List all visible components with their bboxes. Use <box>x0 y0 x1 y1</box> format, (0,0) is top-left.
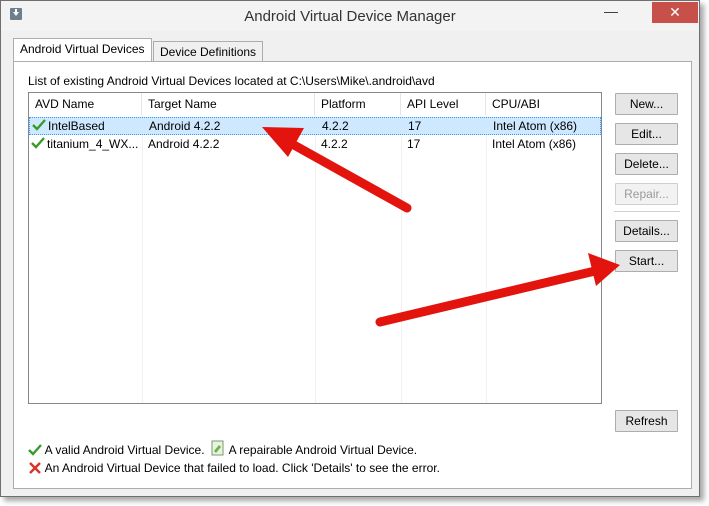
column-header-platform[interactable]: Platform <box>315 93 401 115</box>
avd-name: titanium_4_WX... <box>47 137 139 151</box>
title-bar[interactable]: Android Virtual Device Manager — ✕ <box>1 1 699 31</box>
minimize-button[interactable]: — <box>598 3 624 23</box>
refresh-button[interactable]: Refresh <box>615 410 678 432</box>
legend-failed-text: An Android Virtual Device that failed to… <box>44 461 440 475</box>
column-divider <box>315 115 316 403</box>
edit-button[interactable]: Edit... <box>615 123 678 145</box>
avd-table[interactable]: AVD Name Target Name Platform API Level … <box>28 92 602 404</box>
cpu-abi-cell: Intel Atom (x86) <box>493 119 578 133</box>
column-divider <box>486 115 487 403</box>
platform-cell: 4.2.2 <box>321 137 348 151</box>
delete-button[interactable]: Delete... <box>615 153 678 175</box>
tab-device-definitions[interactable]: Device Definitions <box>153 41 264 63</box>
avd-name-cell: IntelBased <box>32 119 105 133</box>
legend-line-2: An Android Virtual Device that failed to… <box>28 461 440 475</box>
avd-name-cell: titanium_4_WX... <box>31 137 138 151</box>
cpu-abi-cell: Intel Atom (x86) <box>492 137 577 151</box>
tab-android-virtual-devices[interactable]: Android Virtual Devices <box>13 38 152 62</box>
legend-repairable-text: A repairable Android Virtual Device. <box>228 443 418 457</box>
column-header-api-level[interactable]: API Level <box>401 93 486 115</box>
button-separator <box>614 211 680 212</box>
column-header-cpu-abi[interactable]: CPU/ABI <box>486 93 601 115</box>
api-level-cell: 17 <box>408 119 422 133</box>
avd-manager-window: Android Virtual Device Manager — ✕ Andro… <box>0 0 700 497</box>
api-level-cell: 17 <box>407 137 421 151</box>
table-header: AVD Name Target Name Platform API Level … <box>29 93 601 115</box>
legend-line-1: A valid Android Virtual Device. A repair… <box>28 440 417 457</box>
repair-button[interactable]: Repair... <box>615 183 678 205</box>
column-divider <box>142 115 143 403</box>
platform-cell: 4.2.2 <box>322 119 349 133</box>
check-icon <box>28 444 42 456</box>
details-button[interactable]: Details... <box>615 220 678 242</box>
column-divider <box>401 115 402 403</box>
target-name-cell: Android 4.2.2 <box>149 119 221 133</box>
legend-valid-text: A valid Android Virtual Device. <box>44 443 205 457</box>
column-header-target-name[interactable]: Target Name <box>142 93 315 115</box>
list-caption: List of existing Android Virtual Devices… <box>28 74 435 88</box>
window-title: Android Virtual Device Manager <box>244 8 456 25</box>
avd-panel: List of existing Android Virtual Devices… <box>13 61 692 489</box>
error-x-icon <box>29 462 41 474</box>
table-row[interactable]: IntelBased Android 4.2.2 4.2.2 17 Intel … <box>29 117 601 135</box>
check-icon <box>32 119 46 131</box>
avd-name: IntelBased <box>48 119 105 133</box>
column-header-avd-name[interactable]: AVD Name <box>29 93 142 115</box>
new-button[interactable]: New... <box>615 93 678 115</box>
close-button[interactable]: ✕ <box>652 2 698 23</box>
start-button[interactable]: Start... <box>615 250 678 272</box>
repair-icon <box>211 440 224 456</box>
check-icon <box>31 137 45 149</box>
table-row[interactable]: titanium_4_WX... Android 4.2.2 4.2.2 17 … <box>29 136 601 154</box>
target-name-cell: Android 4.2.2 <box>148 137 220 151</box>
